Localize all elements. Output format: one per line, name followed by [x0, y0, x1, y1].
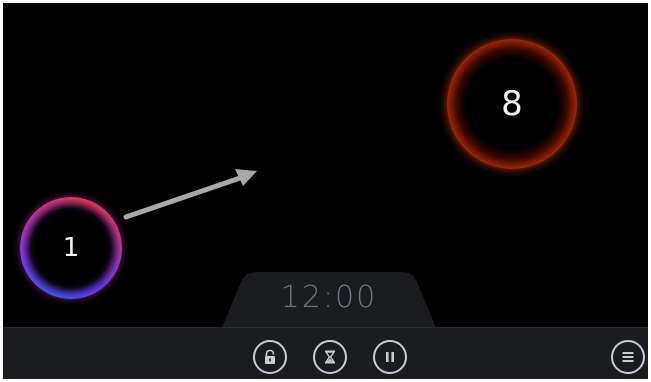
- orb-number: 1: [62, 233, 80, 263]
- orb-number: 8: [501, 84, 523, 124]
- pause-button[interactable]: [373, 340, 407, 374]
- orb-1[interactable]: 1: [20, 197, 122, 299]
- hourglass-icon: [324, 350, 336, 364]
- menu-button[interactable]: [611, 340, 645, 374]
- pause-icon: [386, 352, 394, 362]
- hourglass-button[interactable]: [313, 340, 347, 374]
- lock-icon: [265, 349, 275, 364]
- game-screen: 1 8 12:00: [3, 3, 648, 379]
- timer-display: 12:00: [280, 280, 378, 315]
- orb-8[interactable]: 8: [447, 39, 577, 169]
- control-bar: [3, 327, 648, 379]
- lock-button[interactable]: [253, 340, 287, 374]
- menu-icon: [622, 352, 634, 362]
